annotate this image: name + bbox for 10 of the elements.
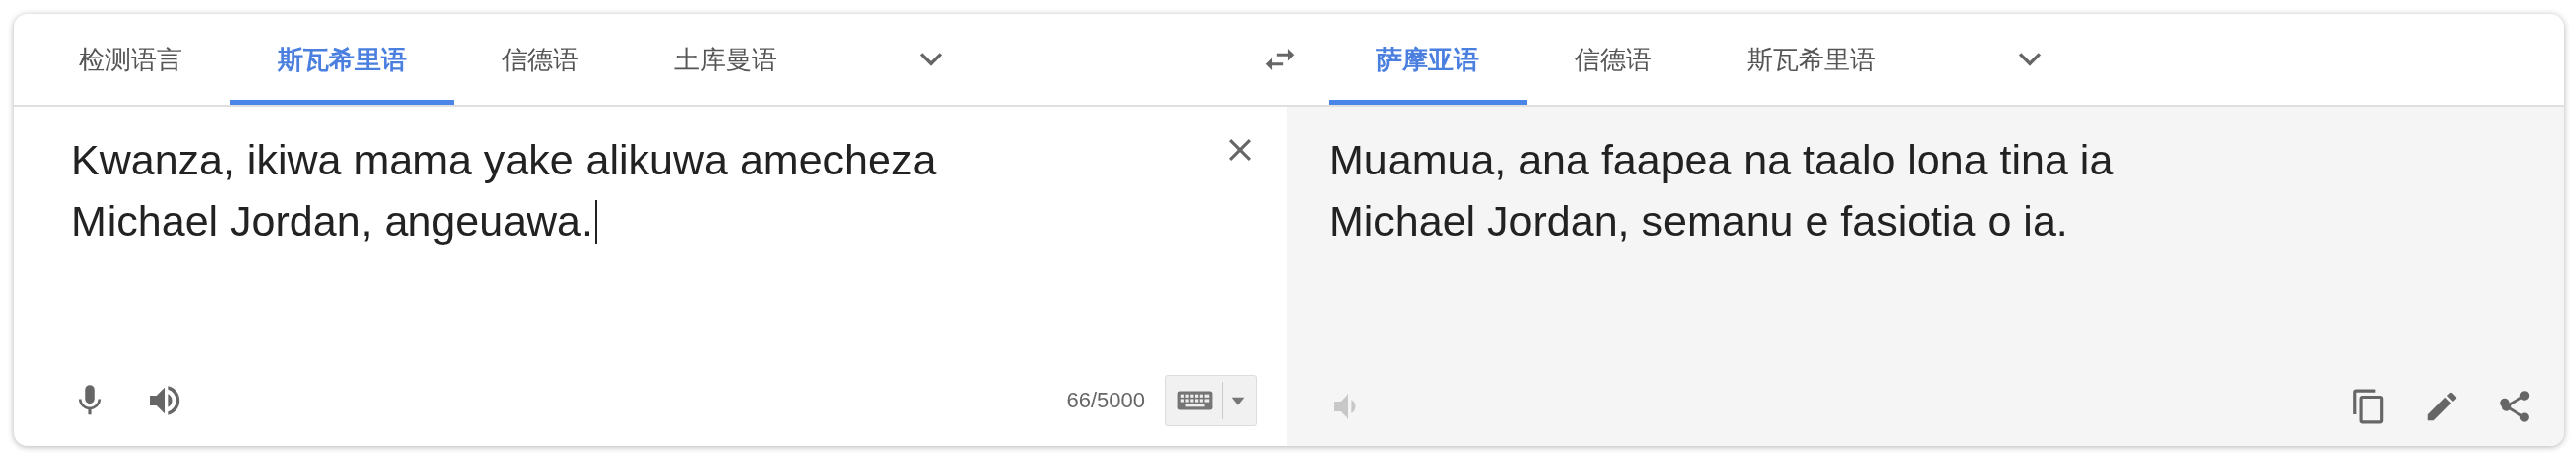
language-tab[interactable]: 检测语言 — [32, 14, 230, 105]
language-tab[interactable]: 信德语 — [1527, 14, 1699, 105]
translation-text: Muamua, ana faapea na taalo lona tina ia Michael Jordan, semanu e fasiotia o ia. — [1329, 135, 2115, 247]
language-tab[interactable]: 土库曼语 — [627, 14, 825, 105]
language-tab[interactable]: 斯瓦希里语 — [230, 14, 454, 105]
language-tab[interactable]: 信德语 — [454, 14, 627, 105]
character-counter: 66/5000 — [1066, 388, 1145, 413]
language-tab[interactable]: 斯瓦希里语 — [1699, 14, 1924, 105]
keyboard-button[interactable] — [1165, 375, 1257, 426]
source-text-field[interactable]: Kwanza, ikiwa mama yake alikuwa amecheza Michael Jordan, angeuawa. — [71, 129, 1023, 252]
